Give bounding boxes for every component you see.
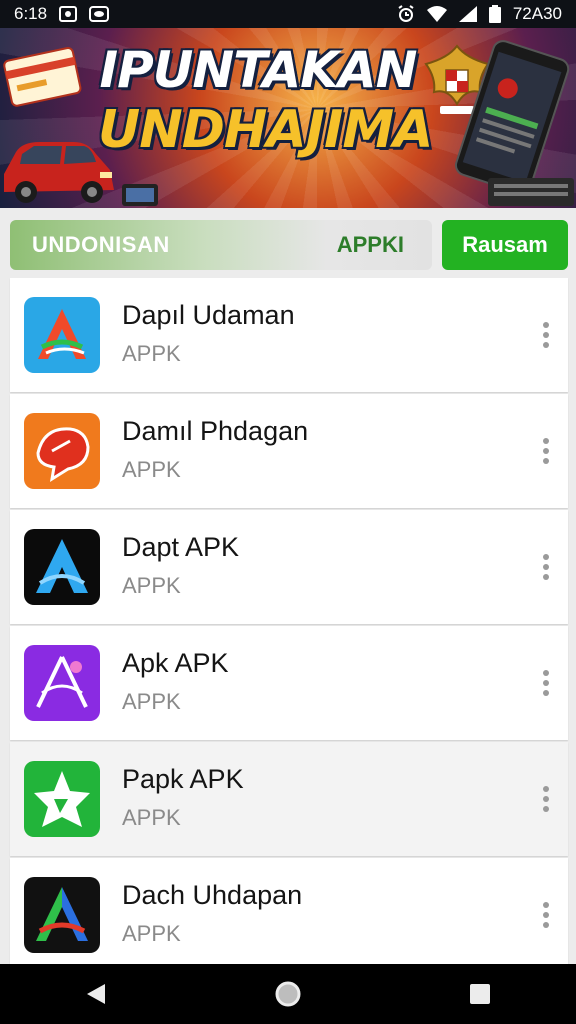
app-name: Papk APK — [122, 764, 244, 794]
more-options-icon[interactable] — [538, 318, 554, 352]
banner-title-line1: IPUNTAKAN — [99, 41, 418, 99]
status-time: 6:18 — [14, 4, 48, 23]
rainbow-a-icon — [24, 877, 100, 953]
gallery-icon — [59, 6, 78, 22]
more-options-icon[interactable] — [538, 434, 554, 468]
list-item[interactable]: Papk APK APPK — [10, 742, 568, 856]
home-icon[interactable] — [258, 964, 318, 1024]
card-illustration — [3, 47, 82, 107]
app-name: Apk APK — [122, 648, 229, 678]
orange-blue-a-icon — [24, 297, 100, 373]
more-options-icon[interactable] — [538, 666, 554, 700]
promo-banner[interactable]: IPUNTAKAN UNDHAJIMA — [0, 28, 576, 208]
signal-icon — [458, 6, 477, 22]
purple-a-icon — [24, 645, 100, 721]
list-item[interactable]: Dach Uhdapan APPK — [10, 858, 568, 972]
app-name: Dach Uhdapan — [122, 880, 303, 910]
search-button[interactable]: Rausam — [442, 220, 568, 270]
more-options-icon[interactable] — [538, 898, 554, 932]
list-item[interactable]: Dapt APK APPK — [10, 510, 568, 624]
search-left-text: UNDONISAN — [32, 232, 170, 257]
app-subtitle: APPK — [122, 573, 181, 598]
eye-icon — [89, 6, 110, 22]
keyboard-illustration — [488, 178, 574, 206]
search-row: UNDONISAN APPKI Rausam — [10, 220, 568, 270]
app-subtitle: APPK — [122, 805, 181, 830]
list-item[interactable]: Apk APK APPK — [10, 626, 568, 740]
app-subtitle: APPK — [122, 689, 181, 714]
recents-icon[interactable] — [450, 964, 510, 1024]
more-options-icon[interactable] — [538, 550, 554, 584]
battery-icon — [488, 5, 501, 23]
blue-a-icon — [24, 529, 100, 605]
back-icon[interactable] — [66, 964, 126, 1024]
wifi-icon — [426, 6, 447, 22]
app-name: Dapt APK — [122, 532, 240, 562]
more-options-icon[interactable] — [538, 782, 554, 816]
red-bird-icon — [24, 413, 100, 489]
alarm-icon — [397, 5, 415, 23]
app-subtitle: APPK — [122, 921, 181, 946]
banner-title: IPUNTAKAN UNDHAJIMA — [98, 41, 433, 160]
navigation-bar — [0, 964, 576, 1024]
list-item[interactable]: Damıl Phdagan APPK — [10, 394, 568, 508]
search-input[interactable]: UNDONISAN APPKI — [10, 220, 432, 270]
app-subtitle: APPK — [122, 341, 181, 366]
search-right-text: APPKI — [336, 232, 404, 257]
app-name: Damıl Phdagan — [122, 416, 309, 446]
list-item[interactable]: Dapıl Udaman APPK — [10, 278, 568, 392]
app-name: Dapıl Udaman — [122, 300, 295, 330]
app-list: Dapıl Udaman APPK Damıl Phdagan APPK Dap… — [10, 278, 568, 974]
status-bar: 6:18 72A30 — [0, 0, 576, 28]
status-right-text: 72A30 — [512, 4, 562, 23]
banner-title-line2: UNDHAJIMA — [98, 99, 433, 160]
device-illustration — [122, 184, 158, 206]
app-subtitle: APPK — [122, 457, 181, 482]
green-star-icon — [24, 761, 100, 837]
